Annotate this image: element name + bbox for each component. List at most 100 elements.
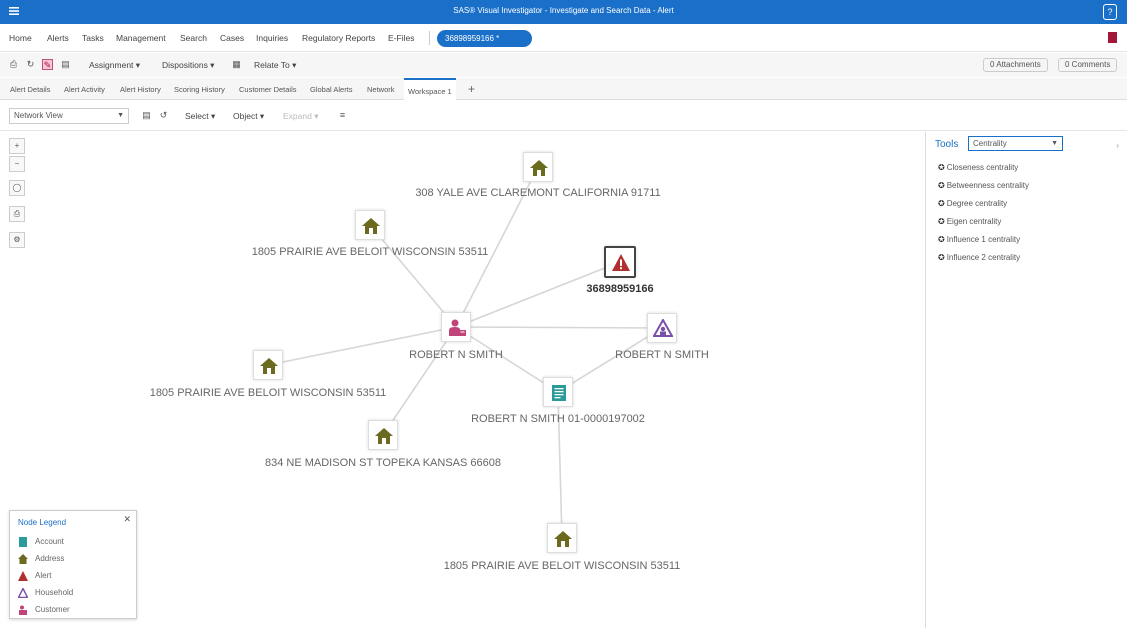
fit-to-screen-icon[interactable]: ◯ [9,180,25,196]
add-tab-icon[interactable]: + [468,82,475,96]
zoom-in-icon[interactable]: + [9,138,25,154]
node-icon-box [543,377,573,407]
object-menu[interactable]: Object ▾ [233,111,264,122]
house-icon [375,428,393,444]
centrality-icon: ✪ [938,253,945,262]
tool-option-closeness[interactable]: ✪ Closeness centrality [938,163,1018,172]
node-label: 1805 PRAIRIE AVE BELOIT WISCONSIN 53511 [251,246,489,258]
tool-option-eigen[interactable]: ✪ Eigen centrality [938,217,1001,226]
chevron-down-icon: ▼ [1051,140,1058,147]
alert-tab-label: 36898959166 * [445,34,500,43]
chevron-down-icon: ▼ [117,112,124,119]
tool-option-label: Eigen centrality [946,217,1002,226]
menu-cases[interactable]: Cases [220,33,244,43]
select-menu[interactable]: Select ▾ [185,111,215,122]
menu-alerts[interactable]: Alerts [47,33,69,43]
edge [455,326,663,329]
node-icon-box [647,313,677,343]
node-icon-box [253,350,283,380]
print-graph-icon[interactable]: ⎙ [9,206,25,222]
menu-search[interactable]: Search [180,33,207,43]
refresh-icon[interactable]: ↻ [25,59,36,70]
legend-label: Customer [35,605,70,614]
notification-icon[interactable] [1108,32,1117,43]
help-icon[interactable]: ? [1103,4,1117,20]
menu-regulatory-reports[interactable]: Regulatory Reports [302,33,375,43]
house-icon [554,531,572,547]
tools-select-value: Centrality [973,139,1007,148]
centrality-icon: ✪ [938,163,945,172]
expand-menu: Expand ▾ [283,111,319,121]
title-bar: SAS® Visual Investigator - Investigate a… [0,0,1127,24]
menu-inquiries[interactable]: Inquiries [256,33,288,43]
dispositions-menu[interactable]: Dispositions ▾ [162,60,214,71]
tool-option-degree[interactable]: ✪ Degree centrality [938,199,1007,208]
node-icon-box [441,312,471,342]
node-label: ROBERT N SMITH [409,349,503,361]
assignment-menu[interactable]: Assignment ▾ [89,60,140,71]
page-tabs: Alert Details Alert Activity Alert Histo… [0,78,1127,100]
edge [382,326,457,436]
tool-option-label: Closeness centrality [946,163,1019,172]
settings-icon[interactable]: ⚙ [9,232,25,248]
tab-global-alerts[interactable]: Global Alerts [310,85,353,94]
tool-option-label: Influence 1 centrality [946,235,1021,244]
node-label: 1805 PRAIRIE AVE BELOIT WISCONSIN 53511 [149,387,387,399]
tab-alert-activity[interactable]: Alert Activity [64,85,105,94]
network-toolbar: Network View ▼ ▤ ↺ Select ▾ Object ▾ Exp… [0,101,1127,131]
tool-option-label: Betweenness centrality [946,181,1029,190]
layout-icon[interactable]: ↺ [158,110,169,121]
tools-panel: Tools Centrality ▼ › ✪ Closeness centrali… [925,132,1127,628]
grid-icon[interactable]: ▦ [231,59,242,70]
node-icon-box [355,210,385,240]
node-icon-box [547,523,577,553]
tool-option-label: Influence 2 centrality [946,253,1021,262]
tab-alert-details[interactable]: Alert Details [10,85,50,94]
tab-scoring-history[interactable]: Scoring History [174,85,225,94]
tab-alert-history[interactable]: Alert History [120,85,161,94]
collapse-panel-icon[interactable]: › [1116,141,1119,150]
legend-label: Address [35,554,65,563]
centrality-icon: ✪ [938,181,945,190]
window-title: SAS® Visual Investigator - Investigate a… [453,6,674,15]
copy-icon[interactable]: ▤ [60,59,71,70]
open-alert-tab[interactable]: 36898959166 * [437,30,532,47]
house-icon [362,218,380,234]
comments-button[interactable]: 0 Comments [1058,58,1118,72]
tools-select[interactable]: Centrality ▼ [968,136,1063,151]
tool-option-betweenness[interactable]: ✪ Betweenness centrality [938,181,1029,190]
centrality-icon: ✪ [938,217,945,226]
household-icon [18,588,28,598]
zoom-out-icon[interactable]: − [9,156,25,172]
menu-management[interactable]: Management [116,33,166,43]
alert-icon [612,254,630,271]
node-icon-box [604,246,636,278]
node-label: 36898959166 [586,283,654,295]
menu-home[interactable]: Home [9,33,32,43]
tab-workspace-1[interactable]: Workspace 1 [404,78,456,100]
menu-tasks[interactable]: Tasks [82,33,104,43]
network-canvas[interactable]: 308 YALE AVE CLAREMONT CALIFORNIA 91711 … [0,132,924,628]
tools-label: Tools [935,139,959,150]
tab-network[interactable]: Network [367,85,395,94]
tool-option-influence-2[interactable]: ✪ Influence 2 centrality [938,253,1020,262]
tab-customer-details[interactable]: Customer Details [239,85,297,94]
legend-label: Account [35,537,64,546]
house-icon [260,358,278,374]
list-icon[interactable]: ▤ [141,110,152,121]
filter-icon[interactable]: ≡ [337,110,348,121]
node-icon-box [523,152,553,182]
print-icon[interactable]: ⎙ [8,59,19,70]
view-mode-select[interactable]: Network View ▼ [9,108,129,124]
house-icon [530,160,548,176]
edit-icon[interactable]: ✎ [42,59,53,70]
node-label: 308 YALE AVE CLAREMONT CALIFORNIA 91711 [415,187,661,199]
customer-icon [19,605,27,615]
relate-to-menu[interactable]: Relate To ▾ [254,60,296,71]
node-label: 834 NE MADISON ST TOPEKA KANSAS 66608 [264,457,502,469]
attachments-button[interactable]: 0 Attachments [983,58,1048,72]
tool-option-influence-1[interactable]: ✪ Influence 1 centrality [938,235,1020,244]
centrality-icon: ✪ [938,199,945,208]
close-icon[interactable]: ✕ [123,514,131,525]
menu-efiles[interactable]: E-Files [388,33,414,43]
